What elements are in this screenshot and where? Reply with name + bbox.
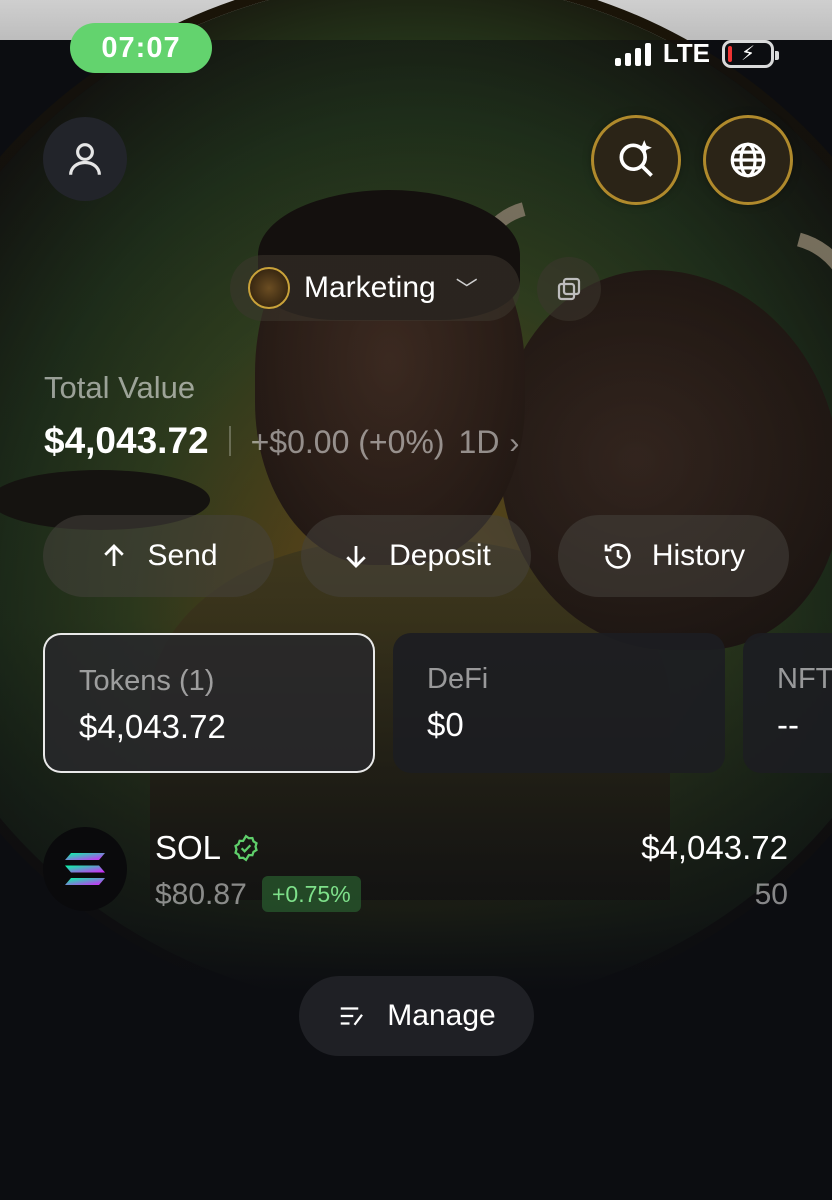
change-period: 1D [458,424,500,460]
defi-card[interactable]: DeFi $0 [393,633,725,773]
copy-address-button[interactable] [537,257,601,321]
status-time: 07:07 [70,23,212,73]
status-indicators: LTE ⚡ [614,38,779,69]
ai-search-button[interactable] [594,118,678,202]
total-value-row[interactable]: $4,043.72 +$0.00 (+0%) 1D › [44,420,519,462]
arrow-up-icon [104,544,125,566]
tokens-card-value: $4,043.72 [79,708,226,745]
arrow-down-icon [346,546,366,568]
token-change-badge: +0.75% [262,876,361,912]
token-value: $4,043.72 [641,829,788,866]
nft-card-label: NFT [777,663,832,695]
defi-card-value: $0 [427,706,464,743]
solana-bars-icon [65,853,105,885]
token-price: $80.87 [155,878,247,911]
tokens-card-label: Tokens (1) [79,665,215,697]
manage-button-label: Manage [387,999,496,1032]
history-button-label: History [651,539,746,572]
send-button-label: Send [147,539,218,572]
total-value-change: +$0.00 (+0%) [250,424,445,460]
battery-level [728,45,732,62]
token-quantity: 50 [754,878,788,911]
sparkle-search-icon [619,140,653,177]
defi-card-label: DeFi [427,663,489,695]
copy-icon [557,277,581,301]
profile-button[interactable] [43,117,127,201]
total-value-amount: $4,043.72 [44,420,209,461]
account-selector[interactable]: Marketing ﹀ [230,255,520,321]
deposit-button[interactable]: Deposit [301,515,531,597]
token-name: SOL [155,829,261,867]
history-button[interactable]: History [558,515,789,597]
signal-icon [614,42,651,66]
user-icon [69,143,101,175]
network-type: LTE [662,38,710,68]
charging-bolt-icon: ⚡ [740,43,756,65]
manage-list-icon [341,1007,364,1026]
globe-icon [730,142,766,178]
history-icon [604,543,631,569]
chevron-right-icon: › [509,427,520,460]
total-value-label: Total Value [44,370,196,405]
token-symbol: SOL [155,829,222,866]
nft-card-value: -- [777,706,799,743]
nft-card[interactable]: NFT -- [743,633,832,773]
manage-button[interactable]: Manage [299,976,534,1056]
account-name: Marketing [304,271,436,304]
chevron-down-icon: ﹀ [455,277,478,302]
deposit-button-label: Deposit [389,539,491,572]
send-button[interactable]: Send [43,515,274,597]
tokens-card[interactable]: Tokens (1) $4,043.72 [43,633,375,773]
solana-logo-icon [43,827,127,911]
account-avatar-icon [248,267,290,309]
verified-badge-icon [234,834,258,862]
browser-button[interactable] [706,118,790,202]
divider [228,426,231,456]
battery-icon: ⚡ [722,39,779,68]
